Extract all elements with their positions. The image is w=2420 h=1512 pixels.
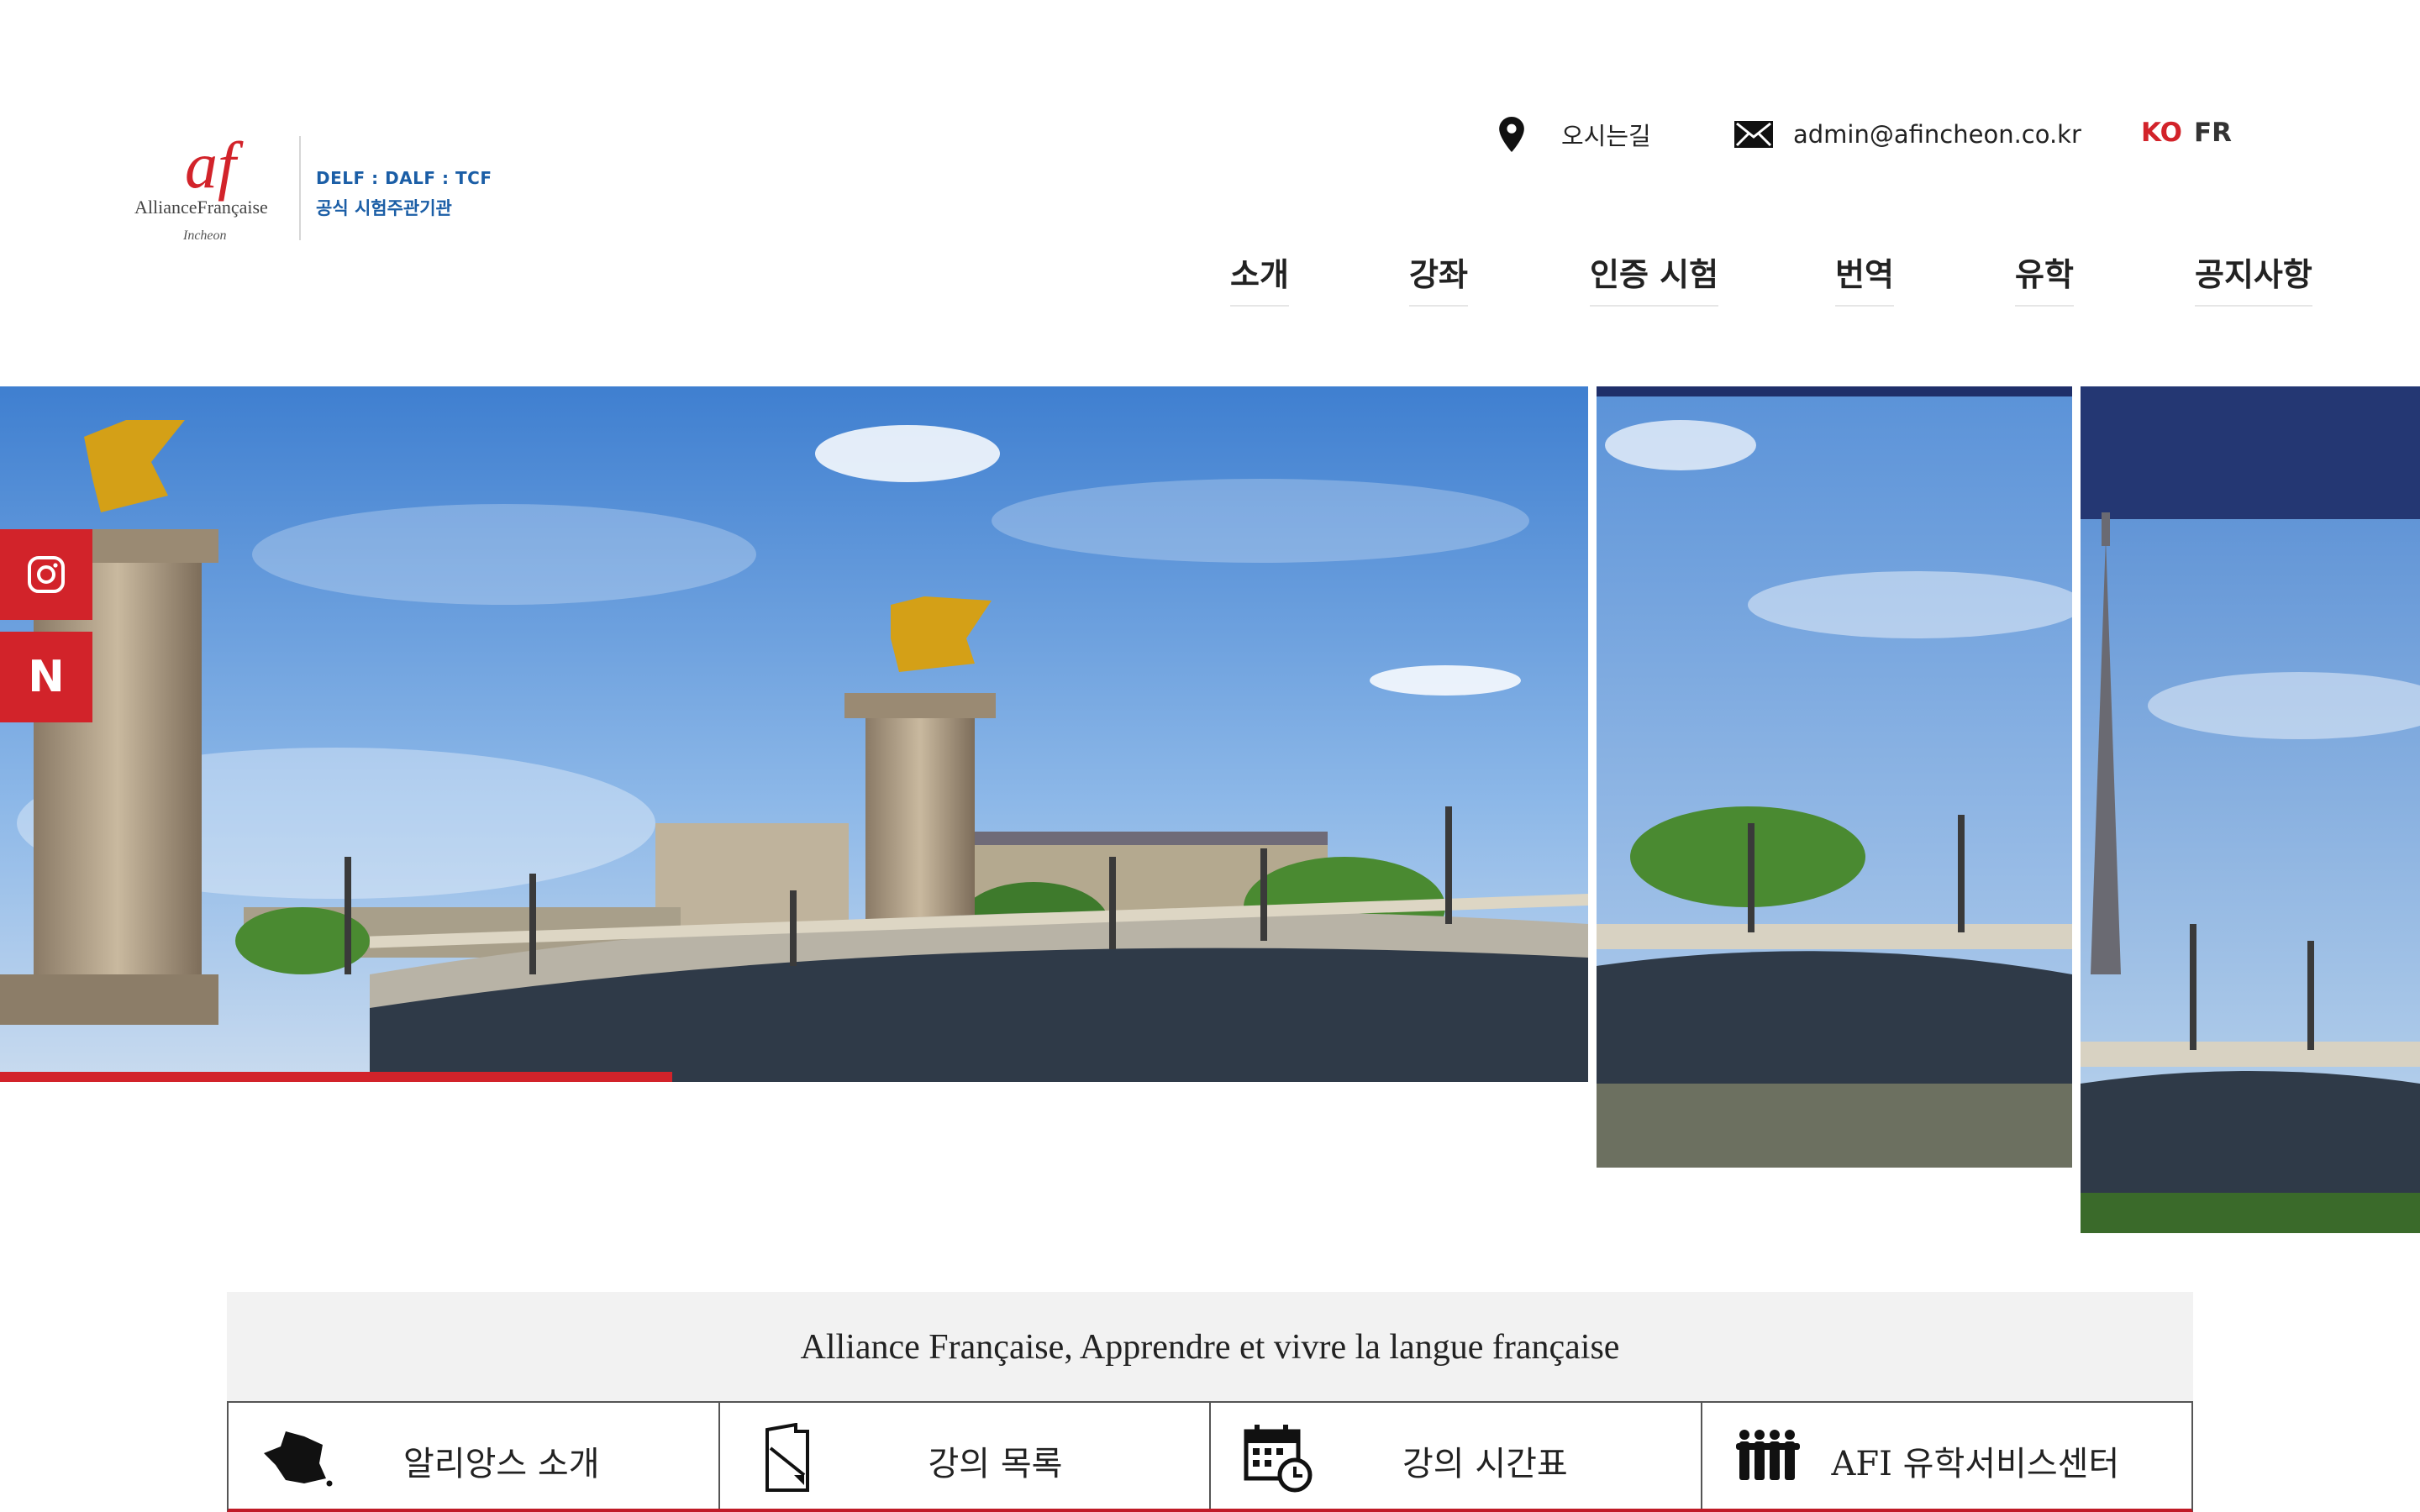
- language-switcher: KO FR: [2141, 118, 2232, 148]
- tagline-banner: Alliance Française, Apprendre et vivre l…: [227, 1292, 2193, 1403]
- instagram-icon: [28, 556, 65, 593]
- hero-slide-next[interactable]: [1597, 386, 2072, 1168]
- quicklink-study-abroad-center[interactable]: AFI 유학서비스센터: [1702, 1403, 2192, 1509]
- quicklink-about-label: 알리앙스 소개: [403, 1445, 600, 1483]
- hero-progress-bar: [0, 1072, 672, 1082]
- email-link[interactable]: admin@afincheon.co.kr: [1734, 116, 2087, 153]
- naver-blog-link[interactable]: N: [0, 632, 92, 722]
- logo-name: AllianceFrançaise: [134, 197, 268, 218]
- tagline-text: Alliance Française, Apprendre et vivre l…: [800, 1328, 1620, 1367]
- language-fr[interactable]: FR: [2194, 118, 2232, 148]
- naver-blog-icon: N: [28, 652, 65, 702]
- quicklink-course-list-label: 강의 목록: [928, 1445, 1063, 1483]
- site-logo[interactable]: af AllianceFrançaise Incheon DELF ꞉ DALF…: [134, 129, 492, 250]
- quicklinks-bar: 알리앙스 소개 강의 목록 강의 시간표 AFI 유학서비스센터: [227, 1401, 2193, 1512]
- hero-slide-main[interactable]: [0, 386, 1588, 1082]
- document-icon: [765, 1423, 809, 1492]
- hero-image-bridge-lamps: [1597, 386, 2072, 1168]
- nav-courses[interactable]: 강좌: [1409, 249, 1468, 307]
- logo-city: Incheon: [183, 228, 227, 243]
- directions-link[interactable]: 오시는길: [1499, 116, 1751, 153]
- logo-official-center: 공식 시험주관기관: [316, 198, 452, 218]
- nav-study-abroad[interactable]: 유학: [2015, 249, 2074, 307]
- directions-label: 오시는길: [1561, 122, 1651, 150]
- nav-exams[interactable]: 인증 시험: [1590, 249, 1719, 307]
- envelope-icon: [1734, 121, 1773, 148]
- nav-translation[interactable]: 번역: [1835, 249, 1894, 307]
- quicklink-timetable-label: 강의 시간표: [1402, 1445, 1568, 1483]
- hero-slide-third[interactable]: [2081, 386, 2420, 1233]
- quicklink-course-list[interactable]: 강의 목록: [720, 1403, 1211, 1509]
- nav-notices[interactable]: 공지사항: [2195, 249, 2312, 307]
- instagram-link[interactable]: [0, 529, 92, 620]
- logo-divider: [299, 136, 301, 240]
- logo-mark: af: [185, 129, 236, 202]
- people-group-icon: [1735, 1430, 1800, 1480]
- hero-image-eiffel-tower: [2081, 386, 2420, 1233]
- quicklink-study-abroad-center-label: AFI 유학서비스센터: [1831, 1445, 2120, 1483]
- calendar-clock-icon: [1244, 1425, 1313, 1493]
- main-nav: 소개 강좌 인증 시험 번역 유학 공지사항: [1230, 249, 2314, 307]
- email-address: admin@afincheon.co.kr: [1793, 120, 2081, 149]
- france-map-icon: [264, 1431, 333, 1487]
- language-ko[interactable]: KO: [2141, 118, 2182, 148]
- quicklink-timetable[interactable]: 강의 시간표: [1211, 1403, 1702, 1509]
- nav-about[interactable]: 소개: [1230, 249, 1289, 307]
- hero-image-pont-alexandre-iii: [0, 386, 1588, 1082]
- quicklink-about[interactable]: 알리앙스 소개: [229, 1403, 720, 1509]
- map-pin-icon: [1499, 117, 1524, 152]
- logo-exams: DELF ꞉ DALF ꞉ TCF: [316, 168, 492, 188]
